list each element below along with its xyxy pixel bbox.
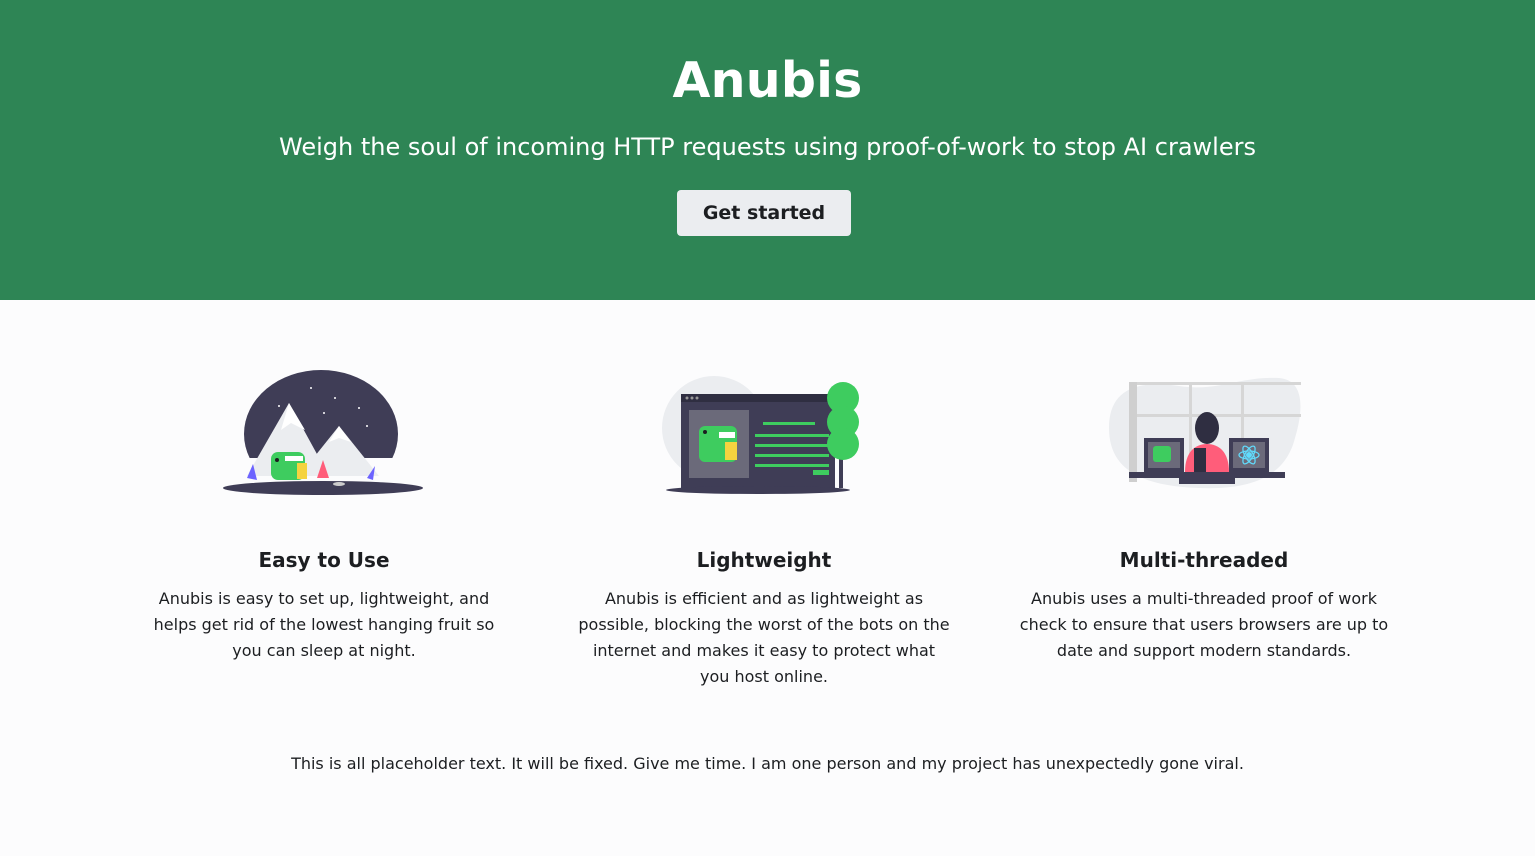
feature-description: Anubis uses a multi-threaded proof of wo… xyxy=(1019,589,1389,660)
feature-description: Anubis is efficient and as lightweight a… xyxy=(578,589,950,686)
hero-title: Anubis xyxy=(672,52,863,109)
feature-lightweight: Lightweight Anubis is efficient and as l… xyxy=(574,368,954,690)
feature-title: Lightweight xyxy=(696,548,832,572)
feature-title: Multi-threaded xyxy=(1119,548,1289,572)
feature-description: Anubis is easy to set up, lightweight, a… xyxy=(153,589,495,660)
mountain-night-illustration xyxy=(223,370,423,498)
browser-window-illustration xyxy=(662,376,859,494)
hero-banner: Anubis Weigh the soul of incoming HTTP r… xyxy=(0,0,1535,300)
placeholder-note: This is all placeholder text. It will be… xyxy=(291,754,1244,773)
features-section: Easy to Use Anubis is easy to set up, li… xyxy=(0,300,1535,856)
feature-easy-to-use: Easy to Use Anubis is easy to set up, li… xyxy=(134,368,514,664)
person-at-monitors-illustration xyxy=(1109,377,1301,489)
get-started-button[interactable]: Get started xyxy=(677,190,851,236)
hero-subtitle: Weigh the soul of incoming HTTP requests… xyxy=(279,133,1256,161)
feature-title: Easy to Use xyxy=(258,548,390,572)
feature-multi-threaded: Multi-threaded Anubis uses a multi-threa… xyxy=(1014,368,1394,664)
